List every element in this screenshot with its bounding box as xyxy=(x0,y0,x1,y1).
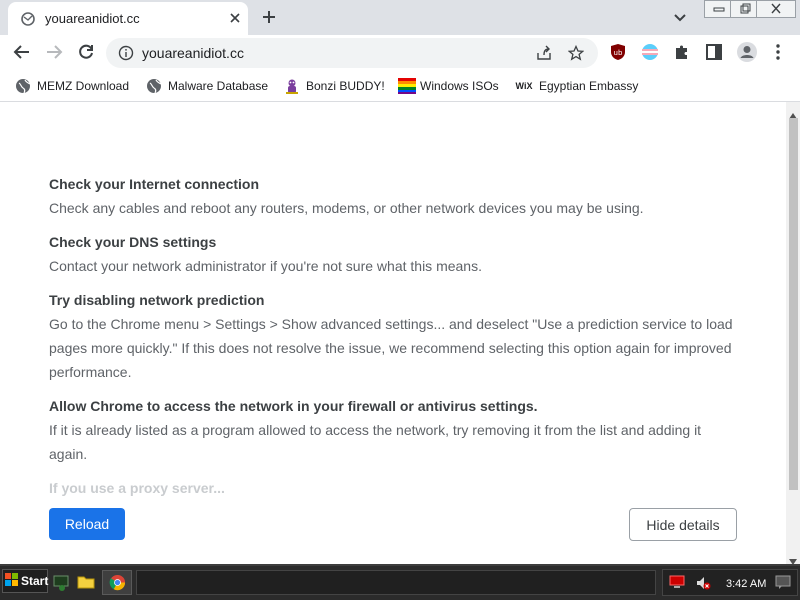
suggestion-heading: Check your DNS settings xyxy=(49,234,217,250)
show-desktop-icon[interactable] xyxy=(52,572,72,592)
bookmark-windows-isos[interactable]: Windows ISOs xyxy=(398,77,499,95)
address-bar[interactable]: youareanidiot.cc xyxy=(106,38,598,68)
browser-toolbar: youareanidiot.cc ub xyxy=(0,35,800,71)
bookmark-label: Egyptian Embassy xyxy=(539,79,639,93)
bookmark-label: Malware Database xyxy=(168,79,269,93)
folder-icon[interactable] xyxy=(76,572,96,592)
globe-icon xyxy=(21,12,35,31)
suggestion-body: Check any cables and reboot any routers,… xyxy=(49,200,644,216)
suggestion-body: Go to the Chrome menu > Settings > Show … xyxy=(49,316,733,380)
svg-text:ub: ub xyxy=(614,49,623,57)
side-panel-icon[interactable] xyxy=(705,43,723,66)
suggestion-dns: Check your DNS settings Contact your net… xyxy=(49,230,739,278)
clock: 3:42 AM xyxy=(726,578,767,590)
hide-details-button[interactable]: Hide details xyxy=(629,508,737,541)
chrome-icon xyxy=(109,574,126,596)
kebab-menu-icon[interactable] xyxy=(774,43,782,66)
trans-flag-extension-icon[interactable] xyxy=(641,43,659,66)
suggestion-heading: If you use a proxy server... xyxy=(49,480,225,496)
suggestion-firewall: Allow Chrome to access the network in yo… xyxy=(49,394,739,466)
tab-search-chevron-icon[interactable] xyxy=(672,10,688,31)
reload-icon[interactable] xyxy=(76,42,96,67)
tab-strip: youareanidiot.cc xyxy=(0,0,800,35)
url-text[interactable]: youareanidiot.cc xyxy=(142,45,244,61)
puzzle-extensions-icon[interactable] xyxy=(673,43,691,66)
bookmark-label: Bonzi BUDDY! xyxy=(306,79,385,93)
windows-flag-icon xyxy=(398,78,416,94)
suggestion-heading: Try disabling network prediction xyxy=(49,292,265,308)
globe-icon xyxy=(146,78,162,94)
bookmark-egyptian-embassy[interactable]: WiX Egyptian Embassy xyxy=(515,77,639,95)
tab-active[interactable]: youareanidiot.cc xyxy=(8,2,248,35)
start-label: Start xyxy=(21,574,49,588)
ublock-origin-icon[interactable]: ub xyxy=(610,43,626,66)
taskbar-app-area xyxy=(136,570,656,595)
volume-muted-icon[interactable] xyxy=(695,575,711,596)
scrollbar-thumb[interactable] xyxy=(789,118,798,490)
reload-button[interactable]: Reload xyxy=(49,508,125,540)
forward-arrow-icon[interactable] xyxy=(44,42,64,67)
taskbar: Start 3:42 AM xyxy=(0,564,800,600)
bookmark-memz-download[interactable]: MEMZ Download xyxy=(15,77,129,95)
bonzi-icon xyxy=(284,78,300,94)
tab-title: youareanidiot.cc xyxy=(45,11,140,26)
suggestion-heading: Check your Internet connection xyxy=(49,176,260,192)
suggestion-proxy: If you use a proxy server... xyxy=(49,476,739,500)
bookmarks-bar: MEMZ Download Malware Database Bonzi BUD… xyxy=(0,71,800,102)
new-tab-button[interactable] xyxy=(260,8,278,31)
suggestion-network-prediction: Try disabling network prediction Go to t… xyxy=(49,288,739,384)
notification-icon[interactable] xyxy=(775,574,791,595)
bookmark-label: MEMZ Download xyxy=(37,79,130,93)
share-icon[interactable] xyxy=(536,45,552,66)
bookmark-malware-database[interactable]: Malware Database xyxy=(146,77,268,95)
back-arrow-icon[interactable] xyxy=(12,42,32,67)
error-page-content: Check your Internet connection Check any… xyxy=(0,102,786,564)
globe-icon xyxy=(15,78,31,94)
suggestion-heading: Allow Chrome to access the network in yo… xyxy=(49,398,538,414)
bookmark-bonzi-buddy[interactable]: Bonzi BUDDY! xyxy=(284,77,385,95)
suggestion-body: If it is already listed as a program all… xyxy=(49,422,702,462)
close-tab-icon[interactable] xyxy=(228,11,242,30)
start-button[interactable]: Start xyxy=(2,569,48,593)
page-scrollbar[interactable] xyxy=(786,102,800,565)
windows-logo-icon xyxy=(5,572,19,590)
site-info-icon[interactable] xyxy=(118,45,134,66)
wix-icon: WiX xyxy=(515,81,533,91)
suggestion-body: Contact your network administrator if yo… xyxy=(49,258,482,274)
chrome-taskbar-button[interactable] xyxy=(102,570,132,595)
bookmark-star-icon[interactable] xyxy=(567,44,585,66)
network-alert-icon[interactable] xyxy=(669,575,685,594)
close-window-button[interactable] xyxy=(756,0,796,18)
profile-avatar-icon[interactable] xyxy=(736,41,758,68)
bookmark-label: Windows ISOs xyxy=(420,79,499,93)
suggestion-internet: Check your Internet connection Check any… xyxy=(49,172,739,220)
